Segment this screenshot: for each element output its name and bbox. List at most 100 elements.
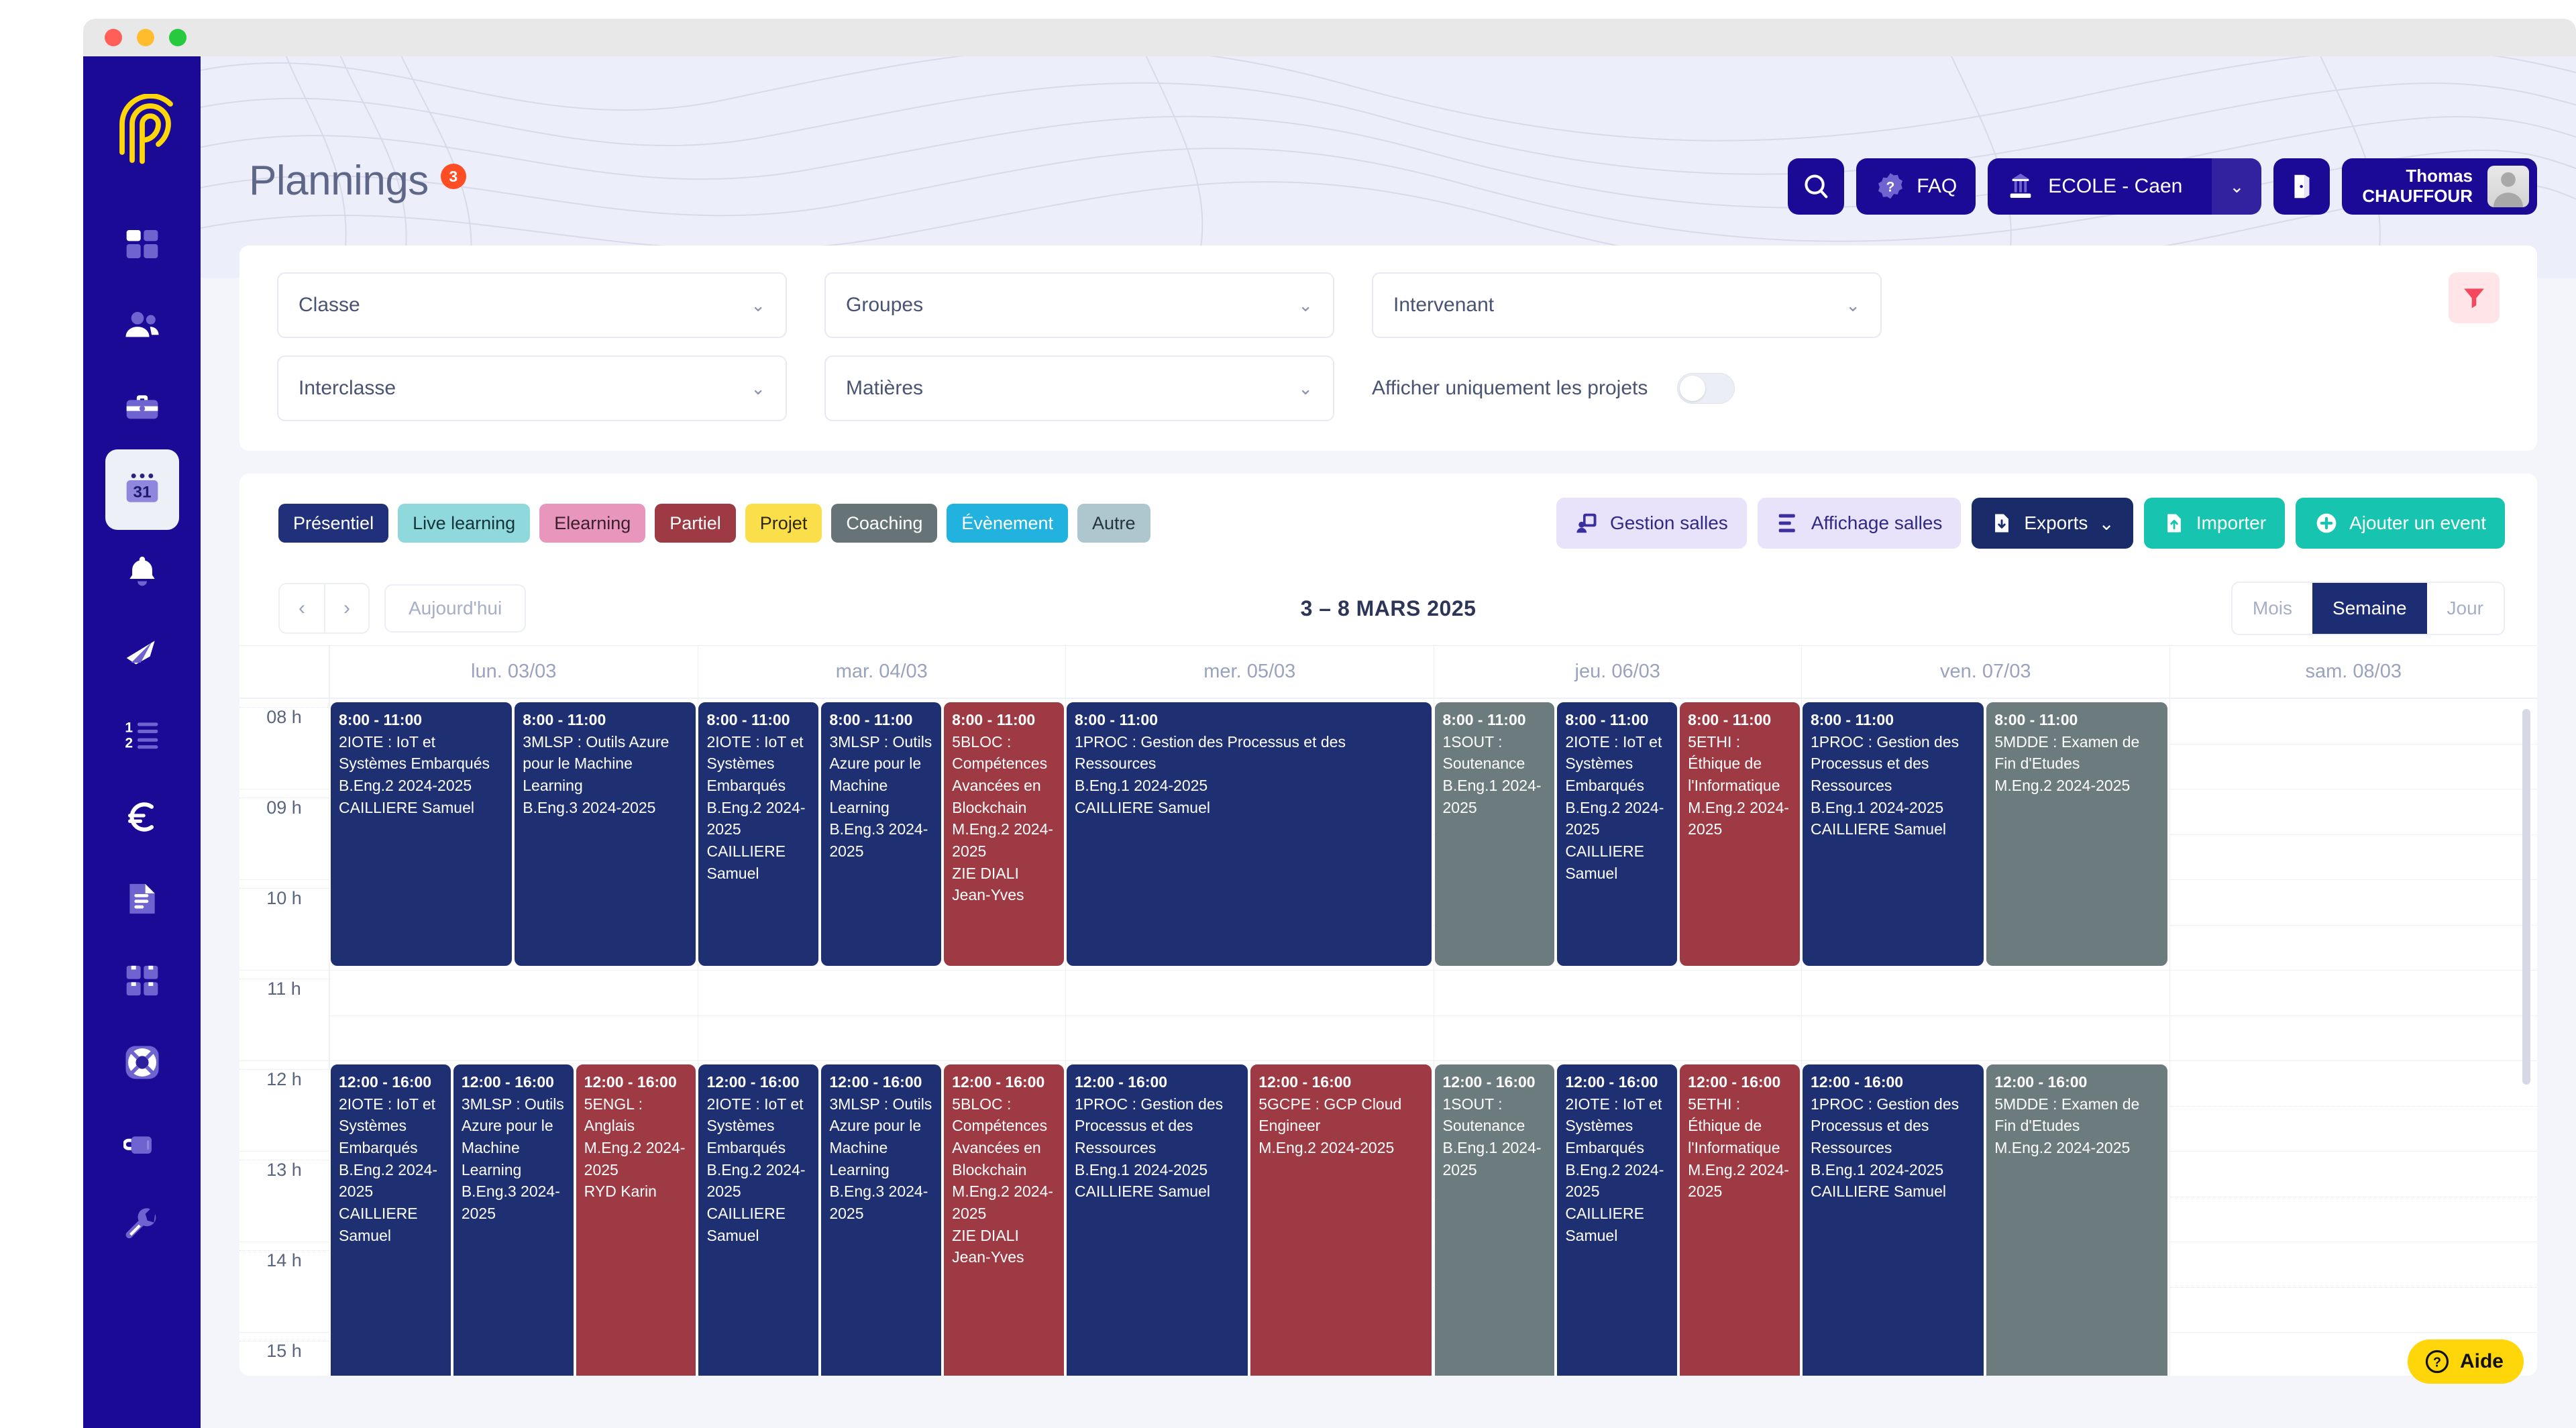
sidebar-item-dashboard[interactable] (105, 204, 179, 284)
calendar-arrow-group: ‹ › (278, 583, 370, 634)
sidebar-item-ranking[interactable]: 1 2 (105, 695, 179, 775)
filter-classe[interactable]: Classe ⌄ (277, 272, 787, 338)
event-time: 12:00 - 16:00 (1258, 1073, 1352, 1091)
previous-week-button[interactable]: ‹ (280, 584, 324, 633)
legend-chip-coaching[interactable]: Coaching (831, 504, 938, 543)
svg-text:1: 1 (125, 720, 133, 735)
school-dropdown-caret[interactable]: ⌄ (2212, 158, 2262, 215)
calendar-event[interactable]: 8:00 - 11:00 3MLSP : Outils Azure pour le… (513, 701, 698, 967)
filter-matieres[interactable]: Matières ⌄ (824, 355, 1334, 421)
sidebar-item-coffee[interactable] (105, 1104, 179, 1185)
event-time: 8:00 - 11:00 (1074, 711, 1159, 728)
school-selector-main[interactable]: ECOLE - Caen (1988, 158, 2201, 215)
search-button[interactable] (1788, 158, 1845, 215)
calendar-31-icon: 31 (126, 473, 158, 502)
close-window-button[interactable] (105, 29, 122, 46)
filter-interclasse[interactable]: Interclasse ⌄ (277, 355, 787, 421)
legend-chip-projet[interactable]: Projet (745, 504, 822, 543)
calendar-event[interactable]: 12:00 - 16:00 5GCPE : GCP Cloud Engineer M… (1249, 1063, 1434, 1376)
left-sidebar: 31 1 2 (83, 56, 201, 1428)
calendar-event[interactable]: 8:00 - 11:00 3MLSP : Outils Azure pour le… (820, 701, 943, 967)
sidebar-item-campaigns[interactable] (105, 613, 179, 694)
calendar-event[interactable]: 12:00 - 16:00 5BLOC : Compétences Avancée… (943, 1063, 1065, 1376)
sidebar-item-companies[interactable] (105, 368, 179, 448)
calendar-event[interactable]: 12:00 - 16:00 1PROC : Gestion des Process… (1065, 1063, 1250, 1376)
today-button[interactable]: Aujourd'hui (384, 584, 527, 633)
user-menu[interactable]: Thomas CHAUFFOUR (2342, 158, 2537, 215)
view-day-button[interactable]: Jour (2426, 583, 2504, 634)
next-week-button[interactable]: › (324, 584, 368, 633)
sidebar-item-support[interactable] (105, 1022, 179, 1103)
sidebar-item-notifications[interactable] (105, 531, 179, 612)
calendar-event[interactable]: 12:00 - 16:00 3MLSP : Outils Azure pour l… (820, 1063, 943, 1376)
calendar-event[interactable]: 12:00 - 16:00 5ETHI : Éthique de l'Inform… (1678, 1063, 1801, 1376)
calendar-event[interactable]: 12:00 - 16:00 2IOTE : IoT et Systèmes Emb… (697, 1063, 820, 1376)
calendar-scrollbar[interactable] (2522, 709, 2530, 1365)
calendar-event[interactable]: 8:00 - 11:00 5ETHI : Éthique de l'Informa… (1678, 701, 1801, 967)
sidebar-item-finance[interactable] (105, 777, 179, 857)
legend-chip-evenement[interactable]: Évènement (947, 504, 1069, 543)
calendar-event[interactable]: 12:00 - 16:00 1SOUT : Soutenance B.Eng.1 2… (1433, 1063, 1556, 1376)
filters-card: Classe ⌄ Groupes ⌄ Intervenant ⌄ Intercl… (239, 245, 2537, 451)
help-button[interactable]: ? Aide (2407, 1339, 2524, 1384)
calendar-event[interactable]: 12:00 - 16:00 2IOTE : IoT et Systèmes Emb… (329, 1063, 452, 1376)
calendar-event[interactable]: 12:00 - 16:00 3MLSP : Outils Azure pour l… (451, 1063, 575, 1376)
plus-circle-icon (2316, 513, 2337, 533)
legend-chip-live-learning[interactable]: Live learning (398, 504, 531, 543)
time-column-header (239, 646, 329, 698)
event-title: 5MDDE : Examen de Fin d'Etudes (1994, 1095, 2140, 1135)
sidebar-item-documents[interactable] (105, 859, 179, 939)
avatar (2487, 166, 2529, 207)
logout-button[interactable] (2273, 158, 2330, 215)
calendar-event[interactable]: 8:00 - 11:00 1PROC : Gestion des Processu… (1065, 701, 1434, 967)
room-management-icon (1576, 513, 1597, 533)
sidebar-item-modules[interactable] (105, 940, 179, 1021)
calendar-event[interactable]: 12:00 - 16:00 5MDDE : Examen de Fin d'Etu… (1985, 1063, 2169, 1376)
calendar-event[interactable]: 8:00 - 11:00 2IOTE : IoT et Systèmes Emba… (329, 701, 514, 967)
view-month-button[interactable]: Mois (2232, 583, 2313, 634)
legend-chip-presentiel[interactable]: Présentiel (278, 504, 389, 543)
exports-button[interactable]: Exports ⌄ (1972, 498, 2133, 549)
event-title: 2IOTE : IoT et Systèmes Embarqués (1565, 1095, 1662, 1156)
legend-chip-autre[interactable]: Autre (1077, 504, 1150, 543)
calendar-event[interactable]: 8:00 - 11:00 1SOUT : Soutenance B.Eng.1 20… (1433, 701, 1556, 967)
document-icon (129, 883, 155, 914)
sidebar-item-plannings[interactable]: 31 (105, 449, 179, 530)
legend-and-actions-row: Présentiel Live learning Elearning Parti… (239, 474, 2537, 571)
calendar-event[interactable]: 8:00 - 11:00 5MDDE : Examen de Fin d'Etud… (1985, 701, 2169, 967)
gestion-salles-button[interactable]: Gestion salles (1556, 498, 1747, 549)
calendar-event[interactable]: 8:00 - 11:00 2IOTE : IoT et Systèmes Emba… (697, 701, 820, 967)
filter-groupes[interactable]: Groupes ⌄ (824, 272, 1334, 338)
calendar-event[interactable]: 8:00 - 11:00 5BLOC : Compétences Avancées… (943, 701, 1065, 967)
sidebar-item-students[interactable] (105, 286, 179, 366)
calendar-event[interactable]: 8:00 - 11:00 1PROC : Gestion des Processu… (1801, 701, 1986, 967)
minimize-window-button[interactable] (137, 29, 154, 46)
faq-button[interactable]: ? FAQ (1856, 158, 1976, 215)
school-selector[interactable]: ECOLE - Caen ⌄ (1988, 158, 2262, 215)
calendar-event[interactable]: 12:00 - 16:00 5ENGL : Anglais M.Eng.2 2024… (574, 1063, 698, 1376)
calendar-event[interactable]: 12:00 - 16:00 1PROC : Gestion des Process… (1801, 1063, 1986, 1376)
add-event-button[interactable]: Ajouter un event (2296, 498, 2505, 549)
legend-chip-partiel[interactable]: Partiel (655, 504, 736, 543)
event-title: 1PROC : Gestion des Processus et des Res… (1810, 1095, 1960, 1156)
question-badge-icon: ? (1878, 173, 1903, 199)
affichage-salles-button[interactable]: Affichage salles (1757, 498, 1962, 549)
legend-chip-elearning[interactable]: Elearning (539, 504, 646, 543)
briefcase-icon (126, 395, 158, 419)
app-logo[interactable] (83, 56, 201, 204)
event-title: 2IOTE : IoT et Systèmes Embarqués (339, 1095, 436, 1156)
calendar-event[interactable]: 8:00 - 11:00 2IOTE : IoT et Systèmes Emba… (1556, 701, 1679, 967)
apply-filter-button[interactable] (2449, 272, 2500, 323)
view-week-button[interactable]: Semaine (2312, 583, 2427, 634)
scrollbar-thumb[interactable] (2522, 709, 2530, 1085)
importer-button[interactable]: Importer (2143, 498, 2286, 549)
projects-only-toggle[interactable] (1677, 373, 1735, 404)
event-teacher: CAILLIERE Samuel (1565, 842, 1644, 882)
maximize-window-button[interactable] (169, 29, 186, 46)
event-time: 8:00 - 11:00 (1994, 711, 2078, 728)
sidebar-item-settings[interactable] (105, 1186, 179, 1266)
calendar-event[interactable]: 12:00 - 16:00 2IOTE : IoT et Systèmes Emb… (1556, 1063, 1679, 1376)
event-class: B.Eng.1 2024-2025 (1810, 798, 1944, 816)
event-title: 2IOTE : IoT et Systèmes Embarqués (1565, 732, 1662, 794)
filter-intervenant[interactable]: Intervenant ⌄ (1372, 272, 1882, 338)
